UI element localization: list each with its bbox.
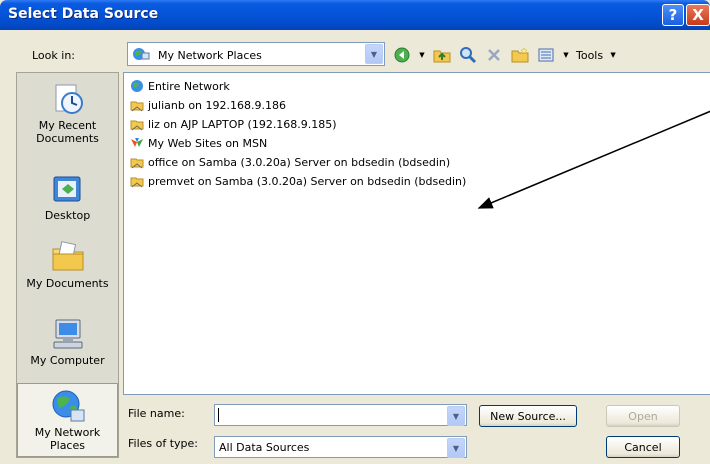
file-name-label: File name: [128,407,185,420]
file-list[interactable]: Entire Network julianb on 192.168.9.186 … [123,72,710,395]
views-icon[interactable] [536,45,556,65]
my-computer-icon [50,316,86,352]
toolbar: ▼ ▼ Tools ▼ [392,44,617,66]
delete-icon[interactable] [484,45,504,65]
new-folder-icon[interactable] [510,45,530,65]
close-button[interactable]: X [686,4,710,26]
place-my-recent-documents[interactable]: My Recent Documents [17,81,118,145]
place-label: Desktop [44,209,91,222]
chevron-down-icon[interactable]: ▼ [447,438,465,458]
cancel-button[interactable]: Cancel [606,436,680,458]
file-name-input[interactable]: ▼ [214,404,467,426]
tools-dropdown-icon[interactable]: ▼ [609,45,617,65]
place-label: My Network Places [34,426,101,452]
place-label: My Documents [26,277,109,290]
files-of-type-dropdown[interactable]: All Data Sources ▼ [214,436,467,458]
files-of-type-label: Files of type: [128,437,199,450]
place-my-computer[interactable]: My Computer [17,316,118,367]
look-in-value: My Network Places [158,49,262,62]
search-web-icon[interactable] [458,45,478,65]
places-bar: My Recent Documents Desktop My Documents [16,72,119,458]
my-documents-icon [50,239,86,275]
place-my-network-places[interactable]: My Network Places [17,383,118,457]
files-of-type-value: All Data Sources [219,441,310,454]
new-source-button[interactable]: New Source... [479,405,577,427]
open-button[interactable]: Open [606,405,680,427]
chevron-down-icon[interactable]: ▼ [447,406,465,426]
place-label: My Computer [30,354,105,367]
network-places-icon [50,388,86,424]
back-icon[interactable] [392,45,412,65]
window-title: Select Data Source [8,6,159,22]
look-in-label: Look in: [32,49,75,62]
place-label: My Recent Documents [36,119,99,145]
desktop-icon [50,171,86,207]
recent-documents-icon [50,81,86,117]
place-my-documents[interactable]: My Documents [17,239,118,290]
place-desktop[interactable]: Desktop [17,171,118,222]
up-folder-icon[interactable] [432,45,452,65]
title-bar: Select Data Source ? X [0,0,710,30]
arrow-annotation [477,110,710,209]
network-places-icon [132,46,150,65]
back-dropdown-icon[interactable]: ▼ [418,45,426,65]
text-cursor [218,408,219,422]
look-in-dropdown[interactable]: My Network Places ▼ [127,42,385,66]
help-button[interactable]: ? [662,4,684,26]
tools-menu[interactable]: Tools [576,49,603,62]
chevron-down-icon[interactable]: ▼ [365,44,383,64]
views-dropdown-icon[interactable]: ▼ [562,45,570,65]
